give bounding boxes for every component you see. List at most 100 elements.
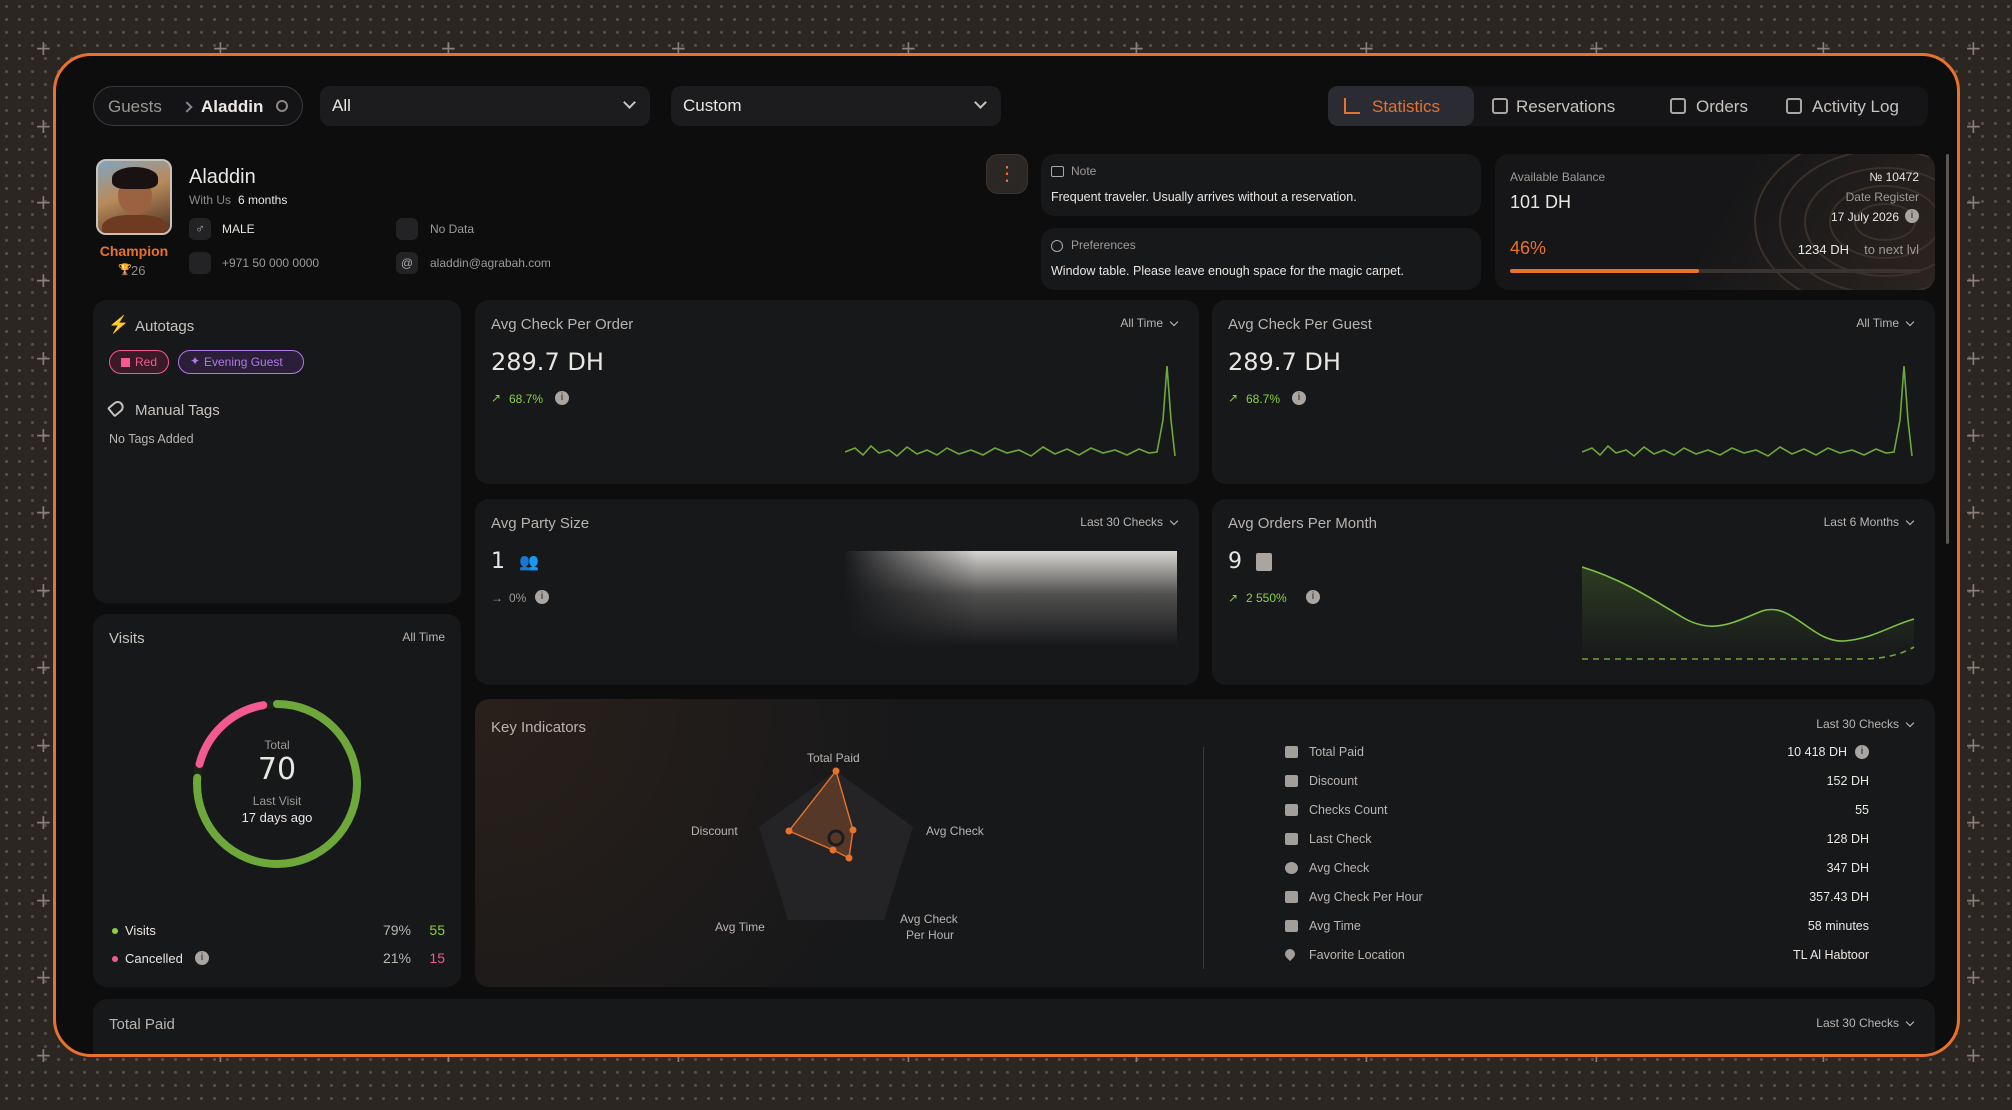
avg-orders-month-period[interactable]: Last 6 Months [1824, 515, 1899, 529]
filter-select-custom-value: Custom [683, 96, 742, 115]
autotags-title: Autotags [135, 318, 195, 335]
cancelled-legend-pct: 21% [382, 950, 411, 966]
total-paid-title: Total Paid [109, 1016, 175, 1033]
receipt-icon [1670, 98, 1686, 114]
chevron-down-icon[interactable] [1905, 516, 1915, 526]
tab-statistics-label: Statistics [1372, 97, 1441, 116]
more-options-button[interactable]: ⋮ [986, 154, 1028, 194]
chevron-down-icon[interactable] [1905, 317, 1915, 327]
balance-next-level-value: 1234 DH [1797, 242, 1849, 257]
indicator-row: Total Paid 10 418 DH i [1285, 742, 1869, 764]
avg-check-guest-title: Avg Check Per Guest [1228, 316, 1372, 333]
key-indicators-title: Key Indicators [491, 719, 587, 736]
last-visit-label: Last Visit [252, 794, 302, 808]
chevron-down-icon [974, 96, 987, 109]
chevron-down-icon[interactable] [1905, 718, 1915, 728]
bar-chart-icon [1344, 98, 1360, 114]
chevron-down-icon[interactable] [1169, 516, 1179, 526]
avatar-body-shape [102, 215, 168, 233]
location-pin-icon [1282, 946, 1298, 962]
avatar [96, 159, 172, 235]
receipt-icon [1256, 553, 1272, 571]
arrow-up-right-icon: ↗ [491, 391, 502, 405]
indicator-value: 10 418 DH [1787, 745, 1847, 759]
note-title: Note [1071, 164, 1097, 178]
info-icon[interactable]: i [1306, 590, 1320, 604]
manual-tags-title: Manual Tags [135, 402, 220, 419]
tab-activity-log[interactable]: Activity Log [1778, 86, 1926, 126]
breadcrumb: Guests Aladdin [93, 86, 303, 126]
balance-progress-fill [1510, 269, 1699, 273]
indicator-row: Avg Check 347 DH [1285, 858, 1869, 880]
discount-icon [1285, 775, 1298, 787]
avg-orders-month-chart [1582, 566, 1915, 660]
email-value[interactable]: aladdin@agrabah.com [430, 256, 551, 270]
avg-check-guest-card: Avg Check Per Guest All Time 289.7 DH ↗ … [1212, 300, 1935, 484]
info-icon[interactable]: i [535, 590, 549, 604]
chevron-down-icon [623, 96, 636, 109]
indicator-row: Checks Count 55 [1285, 800, 1869, 822]
tab-orders[interactable]: Orders [1660, 86, 1760, 126]
info-icon[interactable]: i [1292, 391, 1306, 405]
info-icon[interactable]: i [1905, 209, 1919, 223]
balance-card: Available Balance 101 DH № 10472 Date Re… [1495, 154, 1935, 290]
with-us-value: 6 months [238, 193, 288, 207]
tab-statistics[interactable]: Statistics [1328, 86, 1474, 126]
avg-party-gradient-chart [843, 551, 1177, 647]
balance-date-label: Date Register [1845, 190, 1919, 204]
tab-reservations[interactable]: Reservations [1486, 86, 1646, 126]
radar-label-avg-check-per-hour: Avg Check [900, 912, 958, 926]
trophy-icon: 🏆 [118, 264, 132, 276]
tag-evening-guest[interactable]: ✦ Evening Guest [178, 350, 304, 374]
chevron-down-icon[interactable] [1905, 1017, 1915, 1027]
tag-red[interactable]: Red [109, 350, 169, 374]
chevron-right-icon [181, 101, 193, 113]
receipt-icon [1285, 833, 1298, 845]
link-icon[interactable] [273, 97, 291, 115]
tags-card: ⚡ Autotags Red ✦ Evening Guest Manual Ta… [93, 300, 461, 603]
avg-check-guest-period[interactable]: All Time [1856, 316, 1899, 330]
indicator-row: Last Check 128 DH [1285, 829, 1869, 851]
info-icon[interactable]: i [555, 391, 569, 405]
avg-check-order-period[interactable]: All Time [1120, 316, 1163, 330]
receipt-clock-icon [1285, 920, 1298, 932]
phone-icon [189, 252, 211, 274]
filter-select-all[interactable]: All [320, 86, 650, 126]
cancelled-legend-dot [112, 956, 118, 962]
avg-check-guest-value: 289.7 DH [1228, 348, 1341, 376]
filter-select-all-value: All [332, 96, 351, 115]
arrow-right-icon: → [491, 591, 503, 605]
note-text: Frequent traveler. Usually arrives witho… [1051, 190, 1357, 204]
tag-evening-guest-label: Evening Guest [204, 355, 283, 369]
preferences-title: Preferences [1071, 238, 1136, 252]
email-icon: @ [396, 252, 418, 274]
breadcrumb-root[interactable]: Guests [108, 97, 162, 117]
rank-points: 26 [131, 263, 146, 278]
key-indicators-period[interactable]: Last 30 Checks [1816, 717, 1899, 731]
gauge-icon [1285, 862, 1298, 874]
lightning-icon: ⚡ [108, 315, 130, 334]
tab-reservations-label: Reservations [1516, 97, 1616, 116]
radar-chart [759, 767, 913, 920]
balance-next-level-suffix: to next lvl [1864, 242, 1919, 257]
avg-party-period[interactable]: Last 30 Checks [1080, 515, 1163, 529]
info-icon[interactable]: i [1855, 745, 1869, 759]
balance-value: 101 DH [1510, 192, 1572, 212]
total-paid-period[interactable]: Last 30 Checks [1816, 1016, 1899, 1030]
guest-name: Aladdin [189, 166, 256, 188]
chevron-down-icon[interactable] [1169, 317, 1179, 327]
avg-party-value: 1 [491, 549, 505, 574]
visits-card: Visits All Time Total 70 Last Visit 17 d… [93, 614, 461, 987]
visits-period[interactable]: All Time [402, 630, 445, 644]
scrollbar[interactable] [1946, 154, 1949, 544]
avg-check-order-change: 68.7% [509, 392, 544, 406]
arrow-up-right-icon: ↗ [1228, 391, 1239, 405]
indicator-label: Avg Check [1309, 861, 1370, 875]
indicator-label: Avg Check Per Hour [1309, 890, 1423, 904]
avg-orders-month-value: 9 [1228, 549, 1242, 574]
indicator-row: Avg Time 58 minutes [1285, 916, 1869, 938]
last-visit-value: 17 days ago [241, 810, 313, 825]
radar-label-avg-time: Avg Time [715, 920, 765, 934]
filter-select-custom[interactable]: Custom [671, 86, 1001, 126]
info-icon[interactable]: i [195, 951, 209, 965]
